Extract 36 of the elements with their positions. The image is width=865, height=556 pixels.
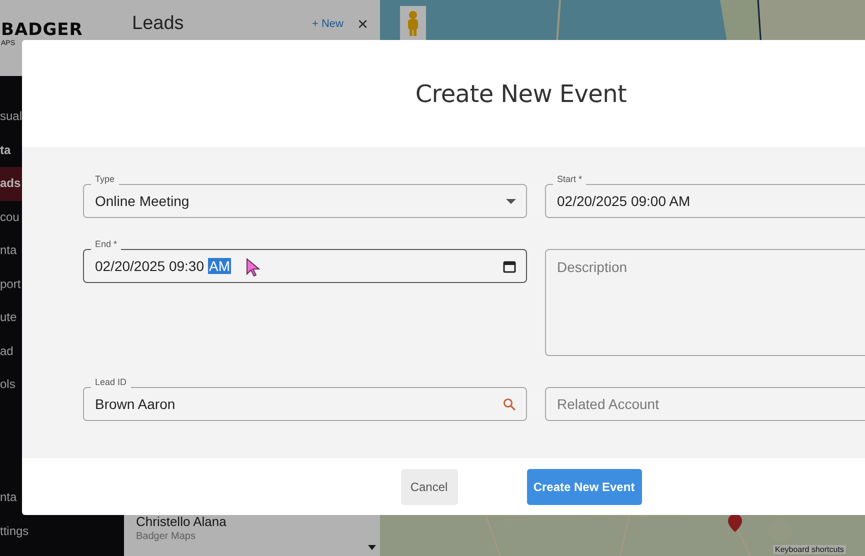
cancel-button[interactable]: Cancel xyxy=(400,468,458,504)
input-field[interactable]: Related Account xyxy=(545,387,865,421)
lead-company: Badger Maps xyxy=(136,531,196,542)
lead-name[interactable]: Christello Alana xyxy=(136,514,226,529)
search-icon xyxy=(503,398,516,410)
search-field[interactable]: Brown Aaron xyxy=(83,387,527,421)
nav-item[interactable]: ute xyxy=(0,301,22,334)
field-label: End * xyxy=(91,238,122,250)
field-label: Type xyxy=(91,173,119,185)
street-view-button[interactable] xyxy=(400,6,426,40)
dropdown-arrow-icon xyxy=(506,198,516,204)
nav-item[interactable]: ols xyxy=(0,368,22,402)
nav-item[interactable]: cou xyxy=(0,200,22,234)
dialog-title: Create New Event xyxy=(415,80,627,108)
nav-item[interactable]: sual xyxy=(0,100,22,134)
dropdown-field[interactable]: Online Meeting xyxy=(83,184,527,218)
field-label: Start * xyxy=(553,173,586,185)
date-field[interactable]: 02/20/2025 09:00 AM xyxy=(545,184,865,218)
logo: BADGER xyxy=(1,20,83,40)
field-label: Lead ID xyxy=(91,376,131,388)
calendar-icon xyxy=(503,260,516,272)
date-field[interactable]: 02/20/2025 09:30 AM xyxy=(83,249,527,283)
keyboard-shortcuts-link[interactable]: Keyboard shortcuts xyxy=(773,545,846,554)
nav-item[interactable]: port xyxy=(0,268,22,301)
text-area[interactable]: Description xyxy=(545,249,865,356)
nav-item[interactable]: nta xyxy=(0,234,22,268)
caret-icon xyxy=(368,545,376,550)
panel-title: Leads xyxy=(132,13,185,35)
figure-icon xyxy=(405,10,421,36)
nav-item[interactable]: ttings xyxy=(0,514,124,548)
nav-item[interactable]: ads xyxy=(0,167,22,200)
close-button[interactable]: × xyxy=(357,14,368,34)
nav-item[interactable]: ad xyxy=(0,334,22,368)
nav-section-title: ta xyxy=(0,142,12,158)
cursor-icon xyxy=(246,258,262,277)
map-pin-icon xyxy=(728,514,742,532)
